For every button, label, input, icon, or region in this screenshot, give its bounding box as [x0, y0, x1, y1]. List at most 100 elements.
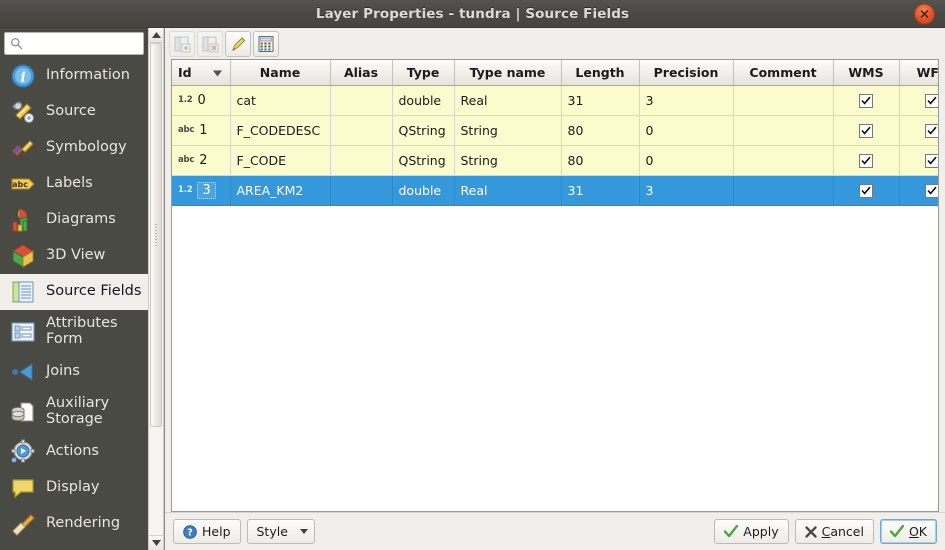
delete-field-icon [202, 36, 219, 52]
sidebar-item-3d-view[interactable]: 3D View [0, 238, 148, 274]
cell-precision: 3 [639, 85, 734, 116]
wms-checkbox[interactable] [859, 183, 873, 198]
main-panel: Id Name Alias Type Type name Length Prec… [164, 28, 945, 550]
field-type-icon: 1.2 [178, 184, 193, 195]
wms-checkbox[interactable] [859, 153, 873, 168]
sidebar-item-label: Information [46, 66, 130, 83]
cell-type: double [392, 85, 455, 116]
fields-table-body: 1.2 0 cat double Real 31 3 abc 1 F_CODED… [172, 85, 938, 206]
ok-button[interactable]: OK [879, 519, 937, 544]
sidebar-item-variables[interactable]: ξ Variables [0, 542, 148, 550]
column-header-alias[interactable]: Alias [330, 60, 393, 86]
sidebar-item-labels[interactable]: abc Labels [0, 166, 148, 202]
cell-name[interactable]: F_CODEDESC [230, 115, 331, 146]
wfs-checkbox[interactable] [925, 93, 938, 108]
sidebar-item-source-fields[interactable]: Source Fields [0, 273, 148, 310]
fields-table-container[interactable]: Id Name Alias Type Type name Length Prec… [171, 59, 939, 512]
sidebar-item-actions[interactable]: Actions [0, 434, 148, 470]
scrollbar-thumb[interactable] [150, 43, 162, 427]
cell-comment[interactable] [733, 145, 834, 176]
cell-alias[interactable] [330, 115, 393, 146]
table-header-row: Id Name Alias Type Type name Length Prec… [172, 60, 938, 86]
svg-text:?: ? [187, 527, 193, 538]
cancel-button[interactable]: Cancel [794, 519, 874, 544]
source-fields-icon [9, 278, 37, 306]
table-row[interactable]: 1.2 3 AREA_KM2 double Real 31 3 [172, 175, 938, 206]
sidebar-item-attributes-form[interactable]: Attributes Form [0, 310, 148, 354]
cell-alias[interactable] [330, 85, 393, 116]
column-header-precision[interactable]: Precision [639, 60, 734, 86]
actions-icon [9, 438, 37, 466]
search-box[interactable] [4, 32, 144, 55]
cell-name[interactable]: F_CODE [230, 145, 331, 176]
sidebar-item-source[interactable]: Source [0, 94, 148, 130]
help-icon: ? [183, 524, 197, 539]
style-button[interactable]: Style [246, 519, 315, 544]
column-header-length[interactable]: Length [561, 60, 640, 86]
cell-wms[interactable] [833, 85, 900, 116]
cell-comment[interactable] [733, 175, 834, 206]
cell-wfs[interactable] [899, 115, 938, 146]
column-header-type-name[interactable]: Type name [454, 60, 562, 86]
sidebar-item-symbology[interactable]: Symbology [0, 130, 148, 166]
column-header-name[interactable]: Name [230, 60, 331, 86]
cell-precision: 0 [639, 145, 734, 176]
cell-name[interactable]: AREA_KM2 [230, 175, 331, 206]
apply-button[interactable]: Apply [714, 519, 789, 544]
table-row[interactable]: abc 1 F_CODEDESC QString String 80 0 [172, 115, 938, 146]
cell-wms[interactable] [833, 115, 900, 146]
toggle-editing-button[interactable] [225, 30, 251, 57]
cell-id-value: 0 [197, 92, 206, 108]
wfs-checkbox[interactable] [925, 123, 938, 138]
sidebar-item-joins[interactable]: Joins [0, 354, 148, 390]
cell-wfs[interactable] [899, 145, 938, 176]
sidebar-item-rendering[interactable]: Rendering [0, 506, 148, 542]
cell-alias[interactable] [330, 145, 393, 176]
cell-alias[interactable] [330, 175, 393, 206]
wms-checkbox[interactable] [859, 123, 873, 138]
cell-wms[interactable] [833, 175, 900, 206]
column-header-label: Name [259, 64, 301, 80]
scroll-down-arrow-icon[interactable] [149, 535, 163, 550]
scrollbar-track[interactable] [149, 43, 163, 535]
cell-comment[interactable] [733, 115, 834, 146]
sidebar-item-label: Attributes Form [46, 314, 118, 347]
sidebar-item-information[interactable]: i Information [0, 58, 148, 94]
title-bar: Layer Properties - tundra | Source Field… [0, 0, 945, 28]
scroll-up-arrow-icon[interactable] [149, 28, 163, 43]
column-header-wms[interactable]: WMS [833, 60, 900, 86]
sidebar-item-label: Source [46, 102, 96, 119]
cell-wms[interactable] [833, 145, 900, 176]
sidebar-item-label: Joins [46, 362, 80, 379]
new-field-button[interactable] [169, 30, 195, 57]
wfs-checkbox[interactable] [925, 153, 938, 168]
wms-checkbox[interactable] [859, 93, 873, 108]
help-button[interactable]: ? Help [173, 519, 241, 544]
table-row[interactable]: 1.2 0 cat double Real 31 3 [172, 85, 938, 116]
cell-name[interactable]: cat [230, 85, 331, 116]
column-header-wfs[interactable]: WFS [899, 60, 938, 86]
cell-type: QString [392, 145, 455, 176]
sidebar-item-label: Source Fields [46, 282, 142, 299]
cell-length: 80 [561, 145, 640, 176]
wfs-checkbox[interactable] [925, 183, 938, 198]
column-header-comment[interactable]: Comment [733, 60, 834, 86]
cell-wfs[interactable] [899, 85, 938, 116]
cell-wfs[interactable] [899, 175, 938, 206]
field-calculator-button[interactable] [253, 30, 279, 57]
close-icon[interactable] [914, 3, 935, 24]
column-header-label: Id [178, 64, 192, 80]
search-input[interactable] [27, 36, 138, 51]
sidebar-scrollbar[interactable] [148, 28, 164, 550]
delete-field-button[interactable] [197, 30, 223, 57]
field-type-icon: 1.2 [178, 94, 193, 105]
cell-id-value: 2 [199, 152, 208, 168]
cell-comment[interactable] [733, 85, 834, 116]
column-header-id[interactable]: Id [172, 60, 231, 86]
sidebar-item-diagrams[interactable]: Diagrams [0, 202, 148, 238]
table-row[interactable]: abc 2 F_CODE QString String 80 0 [172, 145, 938, 176]
display-icon [9, 474, 37, 502]
column-header-type[interactable]: Type [392, 60, 455, 86]
sidebar-item-display[interactable]: Display [0, 470, 148, 506]
sidebar-item-auxiliary-storage[interactable]: Auxiliary Storage [0, 390, 148, 434]
